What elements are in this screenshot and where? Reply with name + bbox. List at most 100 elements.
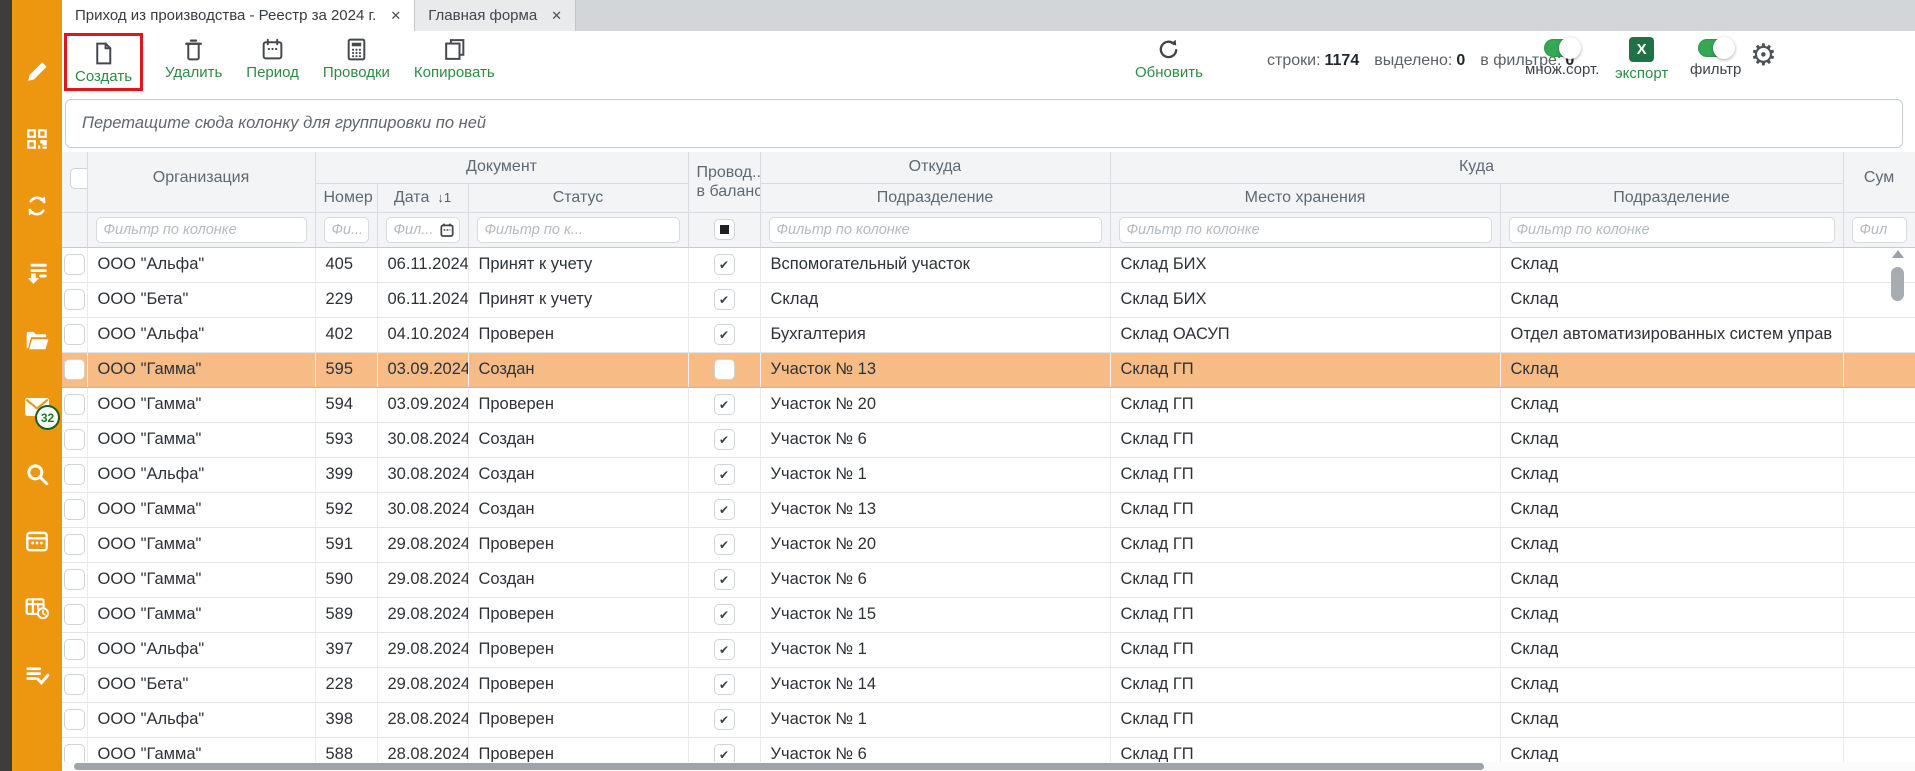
cell-date[interactable]: 06.11.2024 [377, 282, 468, 317]
cell-date[interactable]: 29.08.2024 [377, 667, 468, 702]
cell-status[interactable]: Создан [468, 422, 688, 457]
cell-sum[interactable] [1843, 317, 1915, 352]
cell-date[interactable]: 30.08.2024 [377, 492, 468, 527]
row-checkbox[interactable] [64, 254, 85, 275]
list-check-icon[interactable] [24, 662, 50, 688]
qr-code-icon[interactable] [24, 126, 50, 152]
table-row[interactable]: ООО "Бета"22906.11.2024Принят к учету✔Ск… [62, 282, 1915, 317]
column-header-num[interactable]: Номер [315, 183, 377, 212]
cell-storage[interactable]: Склад ГП [1110, 562, 1500, 597]
cell-from-dep[interactable]: Участок № 13 [760, 352, 1110, 387]
row-select-checkbox[interactable] [62, 282, 87, 317]
row-checkbox[interactable] [64, 604, 85, 625]
cell-org[interactable]: ООО "Альфа" [87, 247, 315, 282]
cell-sum[interactable] [1843, 527, 1915, 562]
cell-storage[interactable]: Склад ОАСУП [1110, 317, 1500, 352]
cell-date[interactable]: 06.11.2024 [377, 247, 468, 282]
posted-checkbox[interactable]: ✔ [714, 639, 735, 660]
cell-status[interactable]: Проверен [468, 632, 688, 667]
cell-from-dep[interactable]: Участок № 14 [760, 667, 1110, 702]
row-select-checkbox[interactable] [62, 387, 87, 422]
cell-from-dep[interactable]: Участок № 15 [760, 597, 1110, 632]
cell-to-dep[interactable]: Склад [1500, 632, 1843, 667]
cell-to-dep[interactable]: Склад [1500, 247, 1843, 282]
copy-button[interactable]: Копировать [410, 33, 499, 83]
table-row[interactable]: ООО "Альфа"39828.08.2024Проверен✔Участок… [62, 702, 1915, 737]
cell-status[interactable]: Принят к учету [468, 247, 688, 282]
cell-sum[interactable] [1843, 457, 1915, 492]
column-header-posted[interactable]: Провод... в балансе [688, 152, 760, 212]
posted-checkbox[interactable]: ✔ [714, 429, 735, 450]
table-row[interactable]: ООО "Бета"22829.08.2024Проверен✔Участок … [62, 667, 1915, 702]
filter-org-input[interactable] [96, 217, 307, 243]
cell-posted[interactable]: ✔ [688, 282, 760, 317]
cell-status[interactable]: Проверен [468, 702, 688, 737]
cell-posted[interactable]: ✔ [688, 562, 760, 597]
cell-from-dep[interactable]: Участок № 13 [760, 492, 1110, 527]
cell-storage[interactable]: Склад БИХ [1110, 282, 1500, 317]
posted-checkbox[interactable] [714, 359, 735, 380]
mail-icon[interactable]: 32 [24, 394, 50, 420]
cell-storage[interactable]: Склад ГП [1110, 667, 1500, 702]
cell-posted[interactable]: ✔ [688, 457, 760, 492]
cell-storage[interactable]: Склад ГП [1110, 352, 1500, 387]
cell-to-dep[interactable]: Склад [1500, 457, 1843, 492]
cell-org[interactable]: ООО "Бета" [87, 667, 315, 702]
cell-org[interactable]: ООО "Гамма" [87, 352, 315, 387]
filter-toggle[interactable]: фильтр [1690, 39, 1741, 78]
cell-sum[interactable] [1843, 422, 1915, 457]
cell-storage[interactable]: Склад БИХ [1110, 247, 1500, 282]
cell-from-dep[interactable]: Участок № 20 [760, 387, 1110, 422]
cell-posted[interactable]: ✔ [688, 597, 760, 632]
cell-to-dep[interactable]: Склад [1500, 702, 1843, 737]
cell-from-dep[interactable]: Бухгалтерия [760, 317, 1110, 352]
filter-num-input[interactable] [324, 217, 369, 243]
cell-posted[interactable]: ✔ [688, 702, 760, 737]
search-icon[interactable] [24, 461, 50, 487]
table-row[interactable]: ООО "Гамма"59403.09.2024Проверен✔Участок… [62, 387, 1915, 422]
cell-num[interactable]: 399 [315, 457, 377, 492]
cell-to-dep[interactable]: Склад [1500, 352, 1843, 387]
row-select-checkbox[interactable] [62, 562, 87, 597]
row-checkbox[interactable] [64, 429, 85, 450]
multisort-toggle[interactable]: множ.сорт. [1525, 39, 1599, 78]
table-row[interactable]: ООО "Гамма"59330.08.2024Создан✔Участок №… [62, 422, 1915, 457]
row-select-checkbox[interactable] [62, 352, 87, 387]
cell-from-dep[interactable]: Вспомогательный участок [760, 247, 1110, 282]
cell-org[interactable]: ООО "Гамма" [87, 422, 315, 457]
row-checkbox[interactable] [64, 324, 85, 345]
cell-date[interactable]: 04.10.2024 [377, 317, 468, 352]
cell-from-dep[interactable]: Участок № 6 [760, 422, 1110, 457]
posted-checkbox[interactable]: ✔ [714, 674, 735, 695]
cell-posted[interactable]: ✔ [688, 422, 760, 457]
cell-num[interactable]: 589 [315, 597, 377, 632]
cell-org[interactable]: ООО "Альфа" [87, 632, 315, 667]
row-checkbox[interactable] [64, 464, 85, 485]
pencil-icon[interactable] [24, 59, 50, 85]
cell-date[interactable]: 29.08.2024 [377, 527, 468, 562]
posted-checkbox[interactable]: ✔ [714, 499, 735, 520]
cell-to-dep[interactable]: Склад [1500, 387, 1843, 422]
row-checkbox[interactable] [64, 359, 85, 380]
row-checkbox[interactable] [64, 639, 85, 660]
export-button[interactable]: X экспорт [1615, 37, 1668, 82]
cell-storage[interactable]: Склад ГП [1110, 527, 1500, 562]
cell-org[interactable]: ООО "Гамма" [87, 527, 315, 562]
row-select-checkbox[interactable] [62, 247, 87, 282]
cell-sum[interactable] [1843, 667, 1915, 702]
cell-to-dep[interactable]: Склад [1500, 562, 1843, 597]
cell-status[interactable]: Создан [468, 457, 688, 492]
filter-posted-checkbox[interactable] [714, 219, 735, 240]
cell-from-dep[interactable]: Участок № 1 [760, 457, 1110, 492]
row-select-checkbox[interactable] [62, 632, 87, 667]
column-header-storage[interactable]: Место хранения [1110, 183, 1500, 212]
cell-org[interactable]: ООО "Альфа" [87, 702, 315, 737]
cell-storage[interactable]: Склад ГП [1110, 702, 1500, 737]
filter-date-input[interactable] [386, 217, 460, 243]
postings-button[interactable]: Проводки [319, 33, 394, 83]
cell-from-dep[interactable]: Участок № 1 [760, 632, 1110, 667]
cell-to-dep[interactable]: Склад [1500, 422, 1843, 457]
cell-org[interactable]: ООО "Альфа" [87, 457, 315, 492]
cell-org[interactable]: ООО "Бета" [87, 282, 315, 317]
cell-to-dep[interactable]: Отдел автоматизированных систем управ [1500, 317, 1843, 352]
